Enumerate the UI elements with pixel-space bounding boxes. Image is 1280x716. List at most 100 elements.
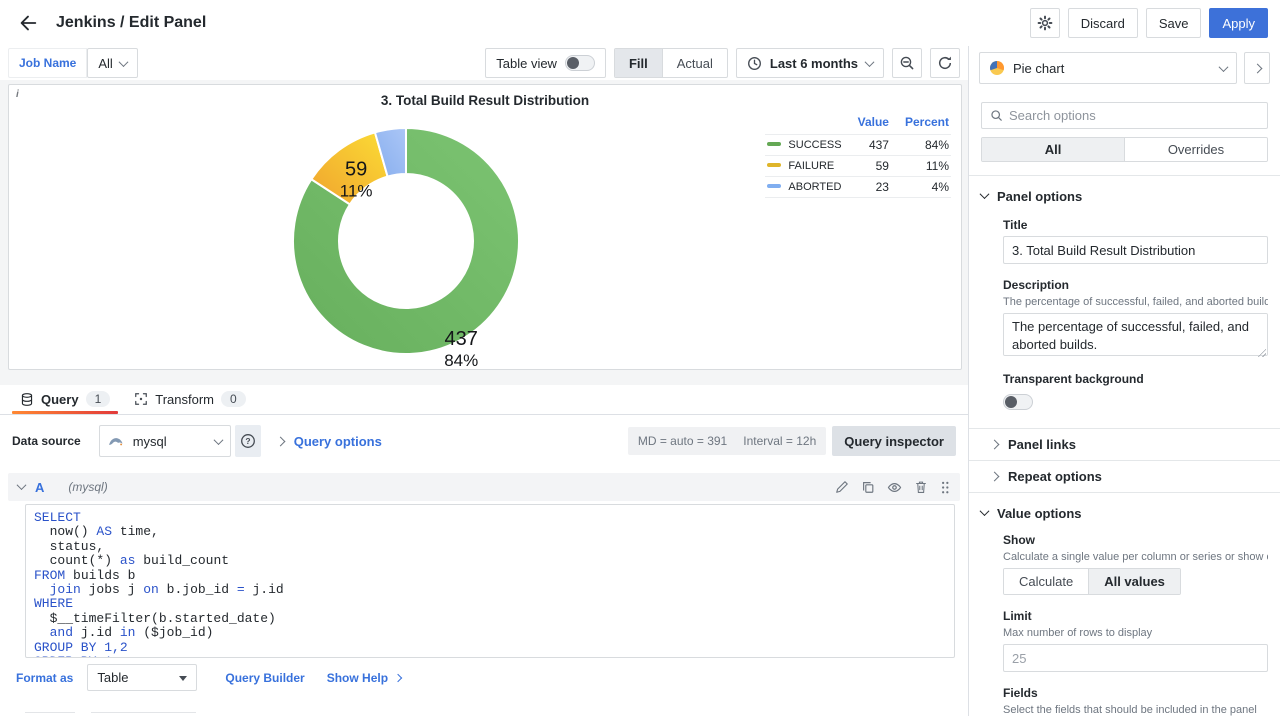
- tab-all[interactable]: All: [982, 138, 1124, 161]
- section-panel-options[interactable]: Panel options: [981, 189, 1268, 204]
- tab-overrides[interactable]: Overrides: [1124, 138, 1267, 161]
- transparent-bg-label: Transparent background: [1003, 372, 1268, 386]
- actual-option[interactable]: Actual: [662, 49, 727, 77]
- legend-value: 437: [844, 135, 891, 156]
- legend-series-label[interactable]: SUCCESS: [788, 139, 841, 151]
- chevron-down-icon: [213, 435, 223, 445]
- panel-toolbar: Job Name All Table view Fill Actual Last…: [0, 46, 968, 80]
- panel-links-expander[interactable]: Panel links: [991, 429, 1268, 460]
- fill-option[interactable]: Fill: [615, 49, 662, 77]
- job-name-select[interactable]: All: [87, 48, 137, 78]
- limit-label: Limit: [1003, 609, 1268, 623]
- viz-picker-row: Pie chart: [969, 46, 1280, 90]
- edit-icon[interactable]: [835, 480, 849, 494]
- panel-title: 3. Total Build Result Distribution: [9, 93, 961, 108]
- panel-description-textarea[interactable]: The percentage of successful, failed, an…: [1003, 313, 1268, 356]
- transform-count-badge: 0: [221, 391, 246, 407]
- viz-canvas: i 3. Total Build Result Distribution 437…: [0, 80, 968, 385]
- query-ref-id: A: [35, 480, 44, 495]
- show-help-link[interactable]: Show Help: [319, 671, 409, 685]
- show-help: Calculate a single value per column or s…: [1003, 551, 1268, 563]
- legend-col-value[interactable]: Value: [844, 113, 891, 135]
- options-sidebar: Pie chart All Overrides Panel options: [968, 46, 1280, 716]
- tab-query[interactable]: Query 1: [8, 384, 122, 414]
- fields-help: Select the fields that should be include…: [1003, 704, 1268, 716]
- datasource-label: Data source: [12, 434, 81, 448]
- legend-row: ABORTED234%: [765, 177, 951, 198]
- panel-settings-button[interactable]: [1030, 8, 1060, 38]
- eye-icon[interactable]: [887, 481, 902, 494]
- legend-series-label[interactable]: ABORTED: [788, 181, 841, 193]
- time-range-picker[interactable]: Last 6 months: [736, 48, 884, 78]
- datasource-help-button[interactable]: ?: [235, 425, 261, 457]
- query-editor-header[interactable]: A (mysql): [8, 473, 960, 501]
- limit-input[interactable]: [1003, 644, 1268, 672]
- clock-icon: [747, 56, 762, 71]
- collapse-options-button[interactable]: [1244, 52, 1270, 84]
- description-help: The percentage of successful, failed, an…: [1003, 296, 1268, 308]
- pie-chart-panel: i 3. Total Build Result Distribution 437…: [8, 84, 962, 370]
- query-footer-stubs: [25, 712, 960, 713]
- legend-series-label[interactable]: FAILURE: [788, 160, 834, 172]
- pie-slice-label: 11%: [340, 181, 373, 200]
- legend-value: 23: [844, 177, 891, 198]
- apply-button[interactable]: Apply: [1209, 8, 1268, 38]
- discard-button[interactable]: Discard: [1068, 8, 1138, 38]
- grafana-edit-panel: Jenkins / Edit Panel Discard Save Apply …: [0, 0, 1280, 716]
- sql-editor[interactable]: SELECT now() AS time, status, count(*) a…: [25, 504, 955, 658]
- refresh-button[interactable]: [930, 48, 960, 78]
- table-view-toggle[interactable]: [565, 55, 595, 71]
- calculate-option[interactable]: Calculate: [1004, 569, 1088, 594]
- format-row: Format as Table Query Builder Show Help: [8, 664, 960, 691]
- panel-title-input[interactable]: [1003, 236, 1268, 264]
- legend-value: 59: [844, 156, 891, 177]
- question-circle-icon: ?: [240, 433, 256, 449]
- legend-marker-icon: [767, 184, 781, 188]
- svg-text:?: ?: [245, 436, 250, 446]
- donut-chart: 43784%5911%: [276, 111, 536, 371]
- zoom-out-icon: [899, 55, 915, 71]
- chevron-right-icon: [1252, 63, 1262, 73]
- description-label: Description: [1003, 278, 1268, 292]
- query-inspector-button[interactable]: Query inspector: [832, 426, 956, 456]
- gear-icon: [1037, 15, 1053, 31]
- viz-picker-select[interactable]: Pie chart: [979, 52, 1237, 84]
- datasource-select[interactable]: mysql: [99, 425, 231, 457]
- chevron-down-icon: [1219, 62, 1229, 72]
- legend-col-percent[interactable]: Percent: [891, 113, 951, 135]
- save-button[interactable]: Save: [1146, 8, 1202, 38]
- zoom-out-button[interactable]: [892, 48, 922, 78]
- query-options-expander[interactable]: Query options: [277, 434, 382, 449]
- back-button[interactable]: [12, 7, 44, 39]
- search-input[interactable]: [1009, 108, 1259, 123]
- chevron-down-icon: [118, 57, 128, 67]
- legend-row: FAILURE 5911%: [765, 156, 951, 177]
- legend-percent: 11%: [891, 156, 951, 177]
- pie-slice-label: 437: [445, 328, 478, 350]
- back-arrow-icon: [17, 12, 39, 34]
- chevron-right-icon: [990, 472, 1000, 482]
- trash-icon[interactable]: [914, 480, 928, 494]
- all-values-option[interactable]: All values: [1088, 569, 1180, 594]
- transparent-bg-toggle[interactable]: [1003, 394, 1033, 410]
- query-builder-link[interactable]: Query Builder: [217, 671, 312, 685]
- repeat-options-expander[interactable]: Repeat options: [991, 461, 1268, 492]
- options-search: [981, 102, 1268, 129]
- stats-interval: Interval = 12h: [743, 434, 816, 448]
- job-name-label: Job Name: [8, 48, 87, 78]
- format-select[interactable]: Table: [87, 664, 197, 691]
- page-title: Jenkins / Edit Panel: [56, 14, 206, 32]
- legend-marker-icon: [767, 142, 781, 146]
- stats-md: MD = auto = 391: [638, 434, 727, 448]
- copy-icon[interactable]: [861, 480, 875, 494]
- pie-slice-label: 59: [345, 158, 367, 180]
- transform-icon: [134, 392, 148, 406]
- section-value-options[interactable]: Value options: [981, 506, 1268, 521]
- chevron-right-icon: [394, 673, 402, 681]
- search-icon: [990, 109, 1003, 122]
- legend-row: SUCCESS43784%: [765, 135, 951, 156]
- query-section: Query 1 Transform 0 Data source mysql ? …: [0, 385, 968, 716]
- tab-transform[interactable]: Transform 0: [122, 384, 257, 414]
- fields-label: Fields: [1003, 686, 1268, 700]
- drag-handle-icon[interactable]: [940, 480, 950, 495]
